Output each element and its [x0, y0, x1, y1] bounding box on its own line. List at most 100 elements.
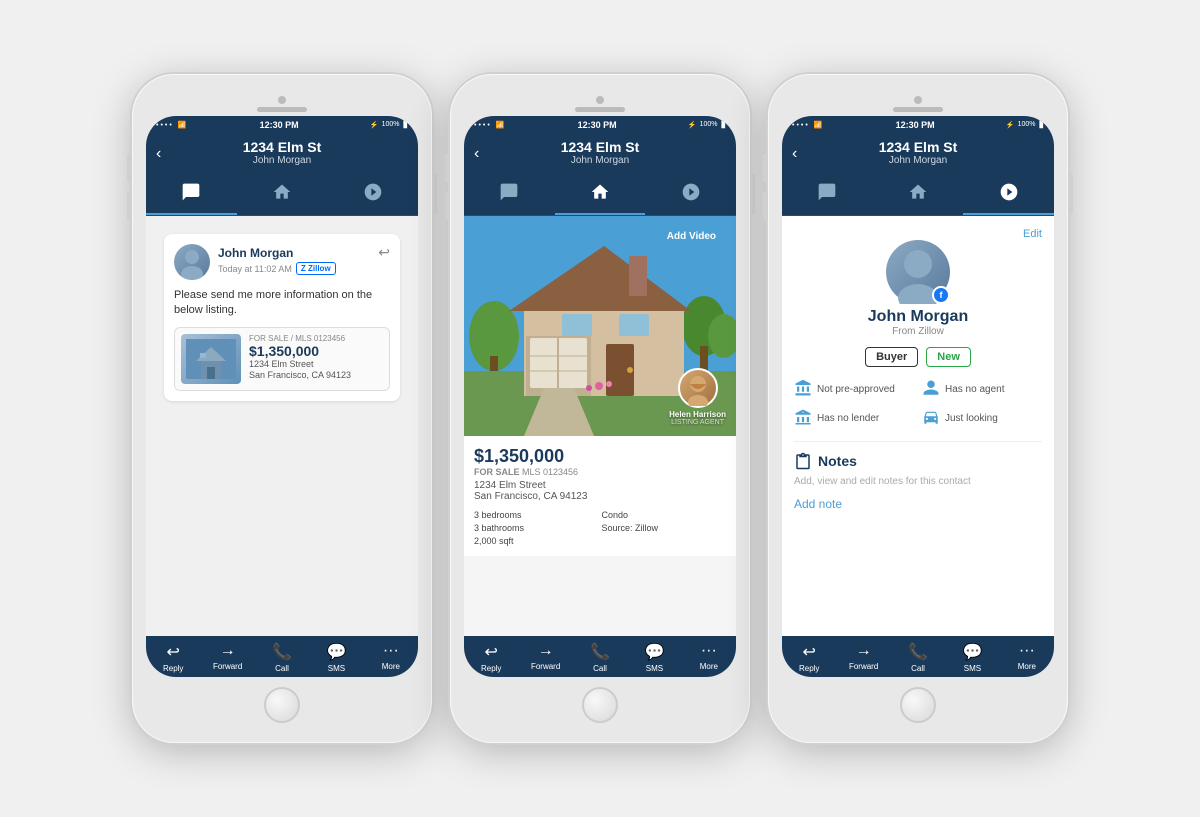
buyer-tag-3[interactable]: Buyer: [865, 347, 918, 367]
power-btn-3[interactable]: [1069, 174, 1073, 214]
signal-dots-2: •••• 📶: [474, 121, 506, 129]
sender-name-1: John Morgan: [218, 246, 293, 260]
sms-icon-3: 💬: [945, 642, 999, 662]
phone-top-chrome: [146, 88, 418, 116]
tab-messages-3[interactable]: [782, 174, 873, 215]
reply-icon-2: ↩: [464, 642, 518, 662]
call-action-2[interactable]: 📞 Call: [573, 642, 627, 673]
more-label-1: More: [382, 662, 400, 671]
status-right: ⚡ 100% ▮: [370, 119, 408, 130]
home-button-3[interactable]: [900, 687, 936, 723]
volume-up-btn-2[interactable]: [445, 154, 449, 182]
back-button-3[interactable]: ‹: [792, 145, 797, 163]
tab-messages-1[interactable]: [146, 174, 237, 215]
agent-text-3: Has no agent: [945, 384, 1005, 395]
looking-status-3: Just looking: [922, 408, 1042, 429]
tab-property-1[interactable]: [237, 174, 328, 215]
home-button-2[interactable]: [582, 687, 618, 723]
call-icon-1: 📞: [255, 642, 309, 662]
tab-contact-2[interactable]: [645, 174, 736, 215]
home-button-1[interactable]: [264, 687, 300, 723]
volume-up-btn-3[interactable]: [763, 154, 767, 182]
call-action-3[interactable]: 📞 Call: [891, 642, 945, 673]
sms-label-2: SMS: [646, 664, 663, 673]
header-subtitle-2: John Morgan: [476, 155, 724, 166]
call-action-1[interactable]: 📞 Call: [255, 642, 309, 673]
phone-screen-3: •••• 📶 12:30 PM ⚡ 100% ▮ ‹ 1234 Elm St J…: [782, 116, 1054, 677]
listing-addr-1: 1234 Elm StreetSan Francisco, CA 94123: [249, 359, 383, 382]
tab-contact-3[interactable]: [963, 174, 1054, 215]
avatar-image-1: [174, 244, 210, 280]
contact-avatar-3: f: [886, 240, 950, 304]
battery-icon-2: ▮: [720, 119, 726, 130]
forward-label-1: Forward: [213, 662, 242, 671]
battery-text-3: 100%: [1018, 121, 1036, 128]
signal-dots: •••• 📶: [156, 121, 188, 129]
power-btn[interactable]: [433, 174, 437, 214]
reply-label-2: Reply: [481, 664, 501, 673]
contact-view-3: Edit f John Morgan From Zillow: [782, 216, 1054, 525]
volume-down-btn[interactable]: [127, 192, 131, 220]
notes-section-3: Notes Add, view and edit notes for this …: [794, 441, 1042, 513]
forward-action-2[interactable]: → Forward: [518, 642, 572, 673]
tab-property-3[interactable]: [873, 174, 964, 215]
phone-1: •••• 📶 12:30 PM ⚡ 100% ▮ ‹ 1234 Elm St J…: [132, 74, 432, 743]
reply-icon-3: ↩: [782, 642, 836, 662]
sms-action-2[interactable]: 💬 SMS: [627, 642, 681, 673]
reply-label-1: Reply: [163, 664, 183, 673]
volume-up-btn[interactable]: [127, 154, 131, 182]
lender-icon-3: [794, 408, 812, 429]
property-content-2: Add Video Helen Harrison LISTING AGENT: [464, 216, 736, 636]
add-note-button-3[interactable]: Add note: [794, 497, 842, 511]
prop-addr-2: 1234 Elm StreetSan Francisco, CA 94123: [474, 480, 726, 502]
power-btn-2[interactable]: [751, 174, 755, 214]
camera-dot-3: [914, 96, 922, 104]
back-button-1[interactable]: ‹: [156, 145, 161, 163]
prop-feature-beds: 3 bedrooms: [474, 510, 599, 520]
new-tag-3[interactable]: New: [926, 347, 971, 367]
msg-time-1: Today at 11:02 AM: [218, 264, 292, 274]
more-action-2[interactable]: ··· More: [682, 642, 736, 673]
sms-label-1: SMS: [328, 664, 345, 673]
sms-label-3: SMS: [964, 664, 981, 673]
reply-quick-icon-1[interactable]: ↩: [378, 244, 390, 261]
more-action-3[interactable]: ··· More: [1000, 642, 1054, 673]
agent-status-3: Has no agent: [922, 379, 1042, 400]
home-button-wrap-2: [464, 677, 736, 729]
tab-contact-1[interactable]: [327, 174, 418, 215]
more-action-1[interactable]: ··· More: [364, 642, 418, 673]
app-header-2: ‹ 1234 Elm St John Morgan: [464, 133, 736, 174]
header-subtitle-1: John Morgan: [158, 155, 406, 166]
preapproval-status-3: Not pre-approved: [794, 379, 914, 400]
reply-action-3[interactable]: ↩ Reply: [782, 642, 836, 673]
volume-down-btn-3[interactable]: [763, 192, 767, 220]
add-video-button-2[interactable]: Add Video: [657, 226, 726, 247]
battery-icon-3: ▮: [1038, 119, 1044, 130]
sms-action-1[interactable]: 💬 SMS: [309, 642, 363, 673]
app-header-1: ‹ 1234 Elm St John Morgan: [146, 133, 418, 174]
speaker-grille: [257, 107, 307, 112]
prop-mls-2: FOR SALE MLS 0123456: [474, 467, 726, 477]
reply-action-1[interactable]: ↩ Reply: [146, 642, 200, 673]
notes-hint-3: Add, view and edit notes for this contac…: [794, 476, 1042, 487]
volume-down-btn-2[interactable]: [445, 192, 449, 220]
back-button-2[interactable]: ‹: [474, 145, 479, 163]
prop-features-2: 3 bedrooms Condo 3 bathrooms Source: Zil…: [474, 510, 726, 546]
msg-body-1: Please send me more information on the b…: [174, 288, 390, 319]
action-bar-1: ↩ Reply → Forward 📞 Call 💬 SMS ··· M: [146, 636, 418, 677]
forward-action-3[interactable]: → Forward: [836, 642, 890, 673]
edit-button-3[interactable]: Edit: [794, 228, 1042, 240]
notes-title-3: Notes: [818, 453, 857, 469]
bank-icon-3: [794, 379, 812, 400]
status-time-3: 12:30 PM: [896, 120, 935, 130]
forward-action-1[interactable]: → Forward: [200, 642, 254, 673]
status-bar-1: •••• 📶 12:30 PM ⚡ 100% ▮: [146, 116, 418, 133]
notes-icon-3: [794, 452, 812, 470]
reply-action-2[interactable]: ↩ Reply: [464, 642, 518, 673]
sms-action-3[interactable]: 💬 SMS: [945, 642, 999, 673]
tab-messages-2[interactable]: [464, 174, 555, 215]
property-image-2: Add Video Helen Harrison LISTING AGENT: [464, 216, 736, 436]
tab-property-2[interactable]: [555, 174, 646, 215]
reply-icon-1: ↩: [146, 642, 200, 662]
bluetooth-icon-2: ⚡: [688, 121, 697, 129]
